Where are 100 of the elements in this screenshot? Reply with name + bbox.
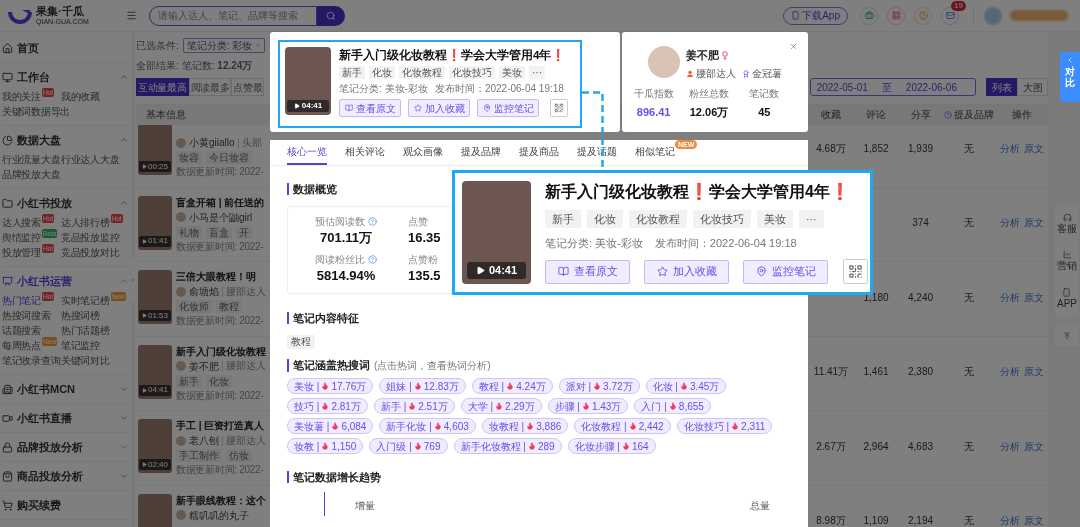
action-link[interactable]: 分析 xyxy=(999,364,1020,379)
note-action-button[interactable]: 加入收藏 xyxy=(408,99,470,117)
side-tool-button[interactable]: 营销 xyxy=(1057,250,1077,272)
detail-tab[interactable]: 相似笔记 xyxy=(635,140,675,165)
action-link[interactable]: 原文 xyxy=(1023,215,1044,230)
keyword-chip[interactable]: 新手化妆教程 | 289 xyxy=(453,438,562,454)
note-action-button[interactable]: 查看原文 xyxy=(339,99,401,117)
note-title[interactable]: 手工 | 巨资打造真人 xyxy=(176,419,266,433)
keyword-chip[interactable]: 步骤 | 1.43万 xyxy=(547,398,629,414)
sidebar-section[interactable]: 商品投放分析 xyxy=(2,468,129,484)
sidebar-link[interactable]: 热门话题榜 xyxy=(61,323,110,338)
sort-tab[interactable]: 阅读最多 xyxy=(188,78,232,96)
chevron-down-icon[interactable] xyxy=(119,384,129,394)
avatar-placeholder[interactable] xyxy=(984,6,1002,25)
sidebar-section[interactable]: 购买续费 xyxy=(2,497,129,513)
sidebar-link[interactable]: 热搜词榜 xyxy=(61,308,100,323)
detail-tab[interactable]: 核心一览 xyxy=(287,140,327,165)
keyword-chip[interactable]: 姐妹 | 12.83万 xyxy=(379,378,466,394)
note-title[interactable]: 三倍大眼教程！明 xyxy=(176,270,266,284)
keyword-chip[interactable]: 派对 | 3.72万 xyxy=(558,378,640,394)
author-name[interactable]: 老八刨 xyxy=(189,433,219,448)
keyword-chip[interactable]: 大学 | 2.29万 xyxy=(460,398,542,414)
keyword-chip[interactable]: 化妆技巧 | 2,311 xyxy=(676,418,773,434)
note-action-button[interactable]: 查看原文 xyxy=(545,259,630,284)
photo-placeholder[interactable]: 00:25 xyxy=(138,125,172,175)
close-icon[interactable] xyxy=(789,42,798,51)
help-icon[interactable] xyxy=(944,110,952,119)
sidebar-link[interactable]: 竞品投放对比 xyxy=(61,245,120,260)
sidebar-link[interactable]: 热搜词搜索 xyxy=(2,308,51,323)
keyword-chip[interactable]: 妆教程 | 3,886 xyxy=(481,418,569,434)
sidebar-link[interactable]: 笔记监控 xyxy=(61,338,100,353)
side-tool-button[interactable]: 客服 xyxy=(1057,213,1077,235)
author-name[interactable]: 糯叽叽的丸子 xyxy=(189,507,249,523)
keyword-chip[interactable]: 化妆 | 3.45万 xyxy=(645,378,727,394)
chevron-down-icon[interactable] xyxy=(119,471,129,481)
photo-placeholder[interactable]: 01:41 xyxy=(138,195,172,250)
photo-placeholder[interactable]: 04:41 xyxy=(285,47,331,115)
sort-tab[interactable]: 点赞最 xyxy=(231,78,265,96)
author-name[interactable]: 姜不肥 xyxy=(189,358,219,374)
sidebar-section[interactable]: 小红书运营 xyxy=(2,273,129,289)
keyword-chip[interactable]: 技巧 | 2.81万 xyxy=(287,398,368,414)
keyword-chip[interactable]: 美妆薯 | 6,084 xyxy=(287,418,374,434)
action-link[interactable]: 分析 xyxy=(999,215,1020,230)
sidebar-link[interactable]: 品牌投放大盘 xyxy=(2,167,61,182)
sidebar-section[interactable]: 工作台 xyxy=(2,69,129,85)
action-link[interactable]: 原文 xyxy=(1023,289,1044,305)
sidebar-link[interactable]: 笔记收录查询 xyxy=(2,353,61,368)
keyword-chip[interactable]: 化妆教程 | 2,442 xyxy=(574,418,671,434)
keyword-chip[interactable]: 美妆 | 17.76万 xyxy=(287,378,374,394)
author-name[interactable]: 俞塘焰 xyxy=(189,284,219,299)
note-title[interactable]: 新手入门级化妆教程 xyxy=(176,344,266,359)
sidebar-link[interactable]: 关键词数据导出 xyxy=(2,104,70,119)
side-tool-button[interactable]: APP xyxy=(1057,287,1077,309)
sidebar-link[interactable]: 话题搜索 xyxy=(2,323,41,338)
filter-chip[interactable]: 笔记分类: 彩妆 xyxy=(182,37,266,53)
action-link[interactable]: 分析 xyxy=(999,289,1020,305)
keyword-chip[interactable]: 新手 | 2.51万 xyxy=(373,398,455,414)
note-action-button[interactable]: 监控笔记 xyxy=(743,259,828,284)
sidebar-link[interactable]: 行业达人大盘 xyxy=(61,152,120,167)
view-toggle[interactable]: 列表 xyxy=(986,78,1017,96)
keyword-chip[interactable]: 新手化妆 | 4,603 xyxy=(379,418,476,434)
keyword-chip[interactable]: 入门级 | 769 xyxy=(369,438,448,454)
chevron-down-icon[interactable] xyxy=(119,442,129,452)
sort-tab[interactable]: 互动量最高 xyxy=(136,78,189,96)
help-icon[interactable] xyxy=(368,255,377,264)
keyword-chip[interactable]: 入门 | 8,655 xyxy=(634,398,711,414)
note-action-button[interactable]: 监控笔记 xyxy=(477,99,539,117)
keyword-chip[interactable]: 化妆步骤 | 164 xyxy=(567,438,656,454)
sidebar-link[interactable]: 关键词对比 xyxy=(61,353,110,368)
photo-placeholder[interactable]: 01:53 xyxy=(138,270,172,324)
sidebar-section[interactable]: 数据大盘 xyxy=(2,132,129,148)
detail-tab[interactable]: 提及商品 xyxy=(519,140,559,165)
menu-icon[interactable] xyxy=(126,10,137,21)
keyword-chip[interactable]: 教程 | 4.24万 xyxy=(471,378,553,394)
action-link[interactable]: 分析 xyxy=(999,140,1020,156)
chevron-up-icon[interactable] xyxy=(119,72,129,82)
note-title[interactable]: 盲盒开箱 | 前任送的 xyxy=(176,195,265,210)
sidebar-section[interactable]: 小红书MCN xyxy=(2,381,129,397)
date-range-field[interactable]: 2022-05-01 至 2022-06-06 xyxy=(810,78,976,96)
sidebar-link[interactable]: 竞品投放监控 xyxy=(61,230,120,245)
compare-tab[interactable]: 对比 xyxy=(1060,52,1080,102)
qr-code-button[interactable] xyxy=(550,99,568,117)
sidebar-link[interactable]: 行业流量大盘 xyxy=(2,152,61,167)
sidebar-link[interactable]: 我的收藏 xyxy=(61,89,100,104)
back-to-top-button[interactable] xyxy=(1055,325,1079,346)
photo-placeholder[interactable]: 04:41 xyxy=(138,344,172,399)
note-action-button[interactable]: 加入收藏 xyxy=(644,259,729,284)
search-button[interactable] xyxy=(317,5,345,26)
detail-tab[interactable]: 相关评论 xyxy=(345,140,385,165)
action-link[interactable]: 原文 xyxy=(1023,513,1044,527)
chevron-up-icon[interactable] xyxy=(119,276,129,286)
view-toggle[interactable]: 大图 xyxy=(1017,78,1048,96)
photo-placeholder[interactable]: 04:41 xyxy=(462,181,531,284)
sidebar-section[interactable]: 首页 xyxy=(2,40,129,56)
photo-placeholder[interactable]: 02:40 xyxy=(138,419,172,473)
author-name[interactable]: 小马是个鼬girl xyxy=(189,209,253,225)
detail-tab[interactable]: 提及品牌 xyxy=(461,140,501,165)
action-link[interactable]: 分析 xyxy=(999,438,1020,454)
action-link[interactable]: 原文 xyxy=(1023,140,1044,156)
keyword-chip[interactable]: 妆教 | 1,150 xyxy=(287,438,364,454)
